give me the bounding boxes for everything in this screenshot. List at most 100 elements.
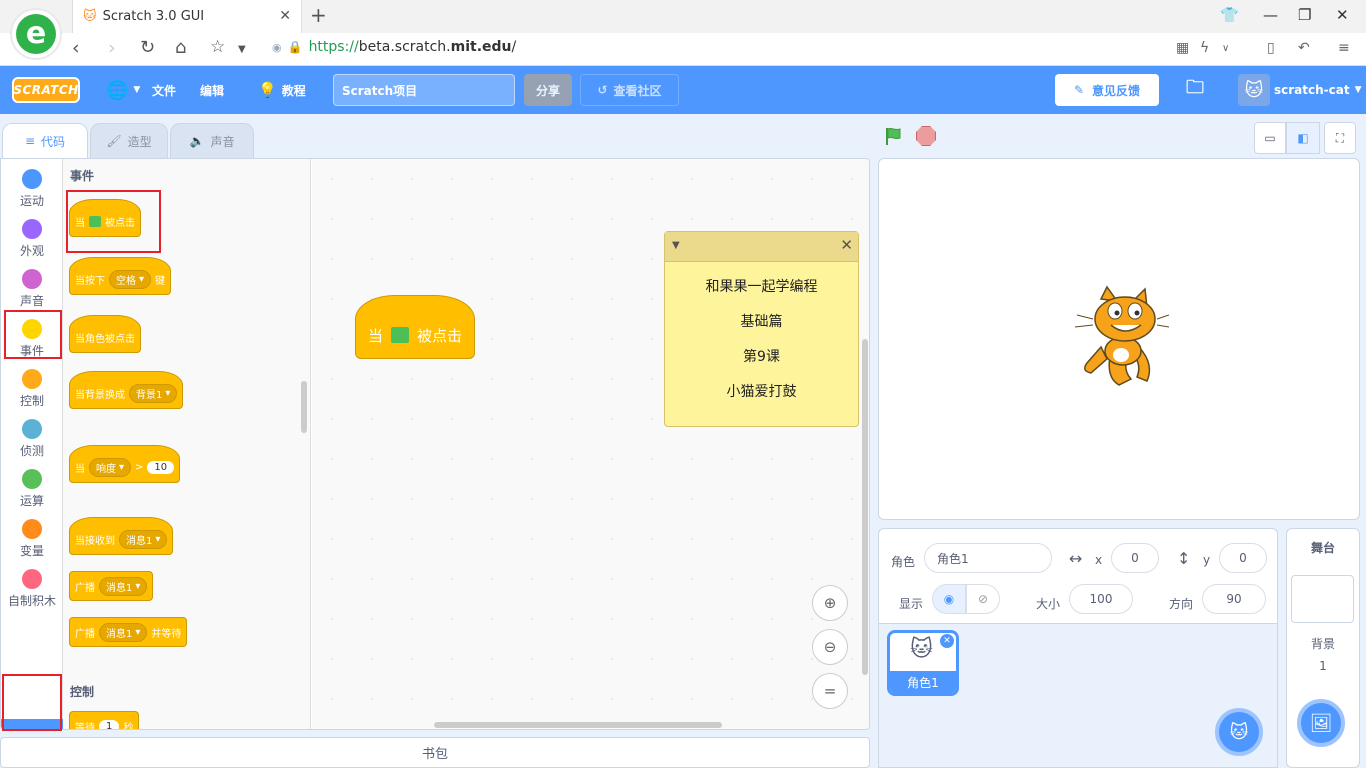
choose-sprite-button[interactable]: 🐱: [1215, 708, 1263, 756]
favorite-star-icon[interactable]: ☆: [210, 37, 225, 57]
project-title-input[interactable]: Scratch项目: [333, 74, 515, 106]
qr-code-icon[interactable]: ▦: [1176, 40, 1189, 56]
show-hidden-button[interactable]: ⊘: [966, 584, 1000, 614]
account-menu[interactable]: scratch-cat ▼: [1274, 66, 1362, 114]
broadcast-block[interactable]: 广播 消息1 ▾: [69, 571, 154, 601]
category-9[interactable]: 自制积木: [1, 565, 63, 615]
category-3[interactable]: 声音: [1, 265, 63, 315]
collapse-triangle-icon[interactable]: ▼: [672, 240, 680, 251]
avatar[interactable]: 🐱: [1238, 74, 1270, 106]
browser-tab-title: Scratch 3.0 GUI: [102, 9, 205, 24]
stop-button[interactable]: [916, 126, 936, 146]
broadcast-wait-message-dropdown[interactable]: 消息1 ▾: [99, 622, 148, 642]
key-dropdown[interactable]: 空格 ▾: [109, 269, 152, 289]
category-5[interactable]: 控制: [1, 365, 63, 415]
show-visible-button[interactable]: ◉: [932, 584, 966, 614]
zoom-reset-button[interactable]: =: [812, 673, 848, 709]
broadcast-and-wait-block[interactable]: 广播 消息1 ▾ 并等待: [69, 617, 188, 647]
tab-costumes[interactable]: 🖌 造型: [90, 123, 168, 158]
green-flag-button[interactable]: [884, 126, 904, 146]
reload-icon[interactable]: ↻: [140, 37, 155, 58]
sprite-thumbnail[interactable]: ✕ 🐱 角色1: [887, 630, 959, 696]
scratch-logo[interactable]: SCRATCH: [12, 77, 80, 103]
vertical-arrows-icon: ↕: [1177, 549, 1191, 568]
control-section-title: 控制: [70, 685, 95, 699]
backdrop-dropdown[interactable]: 背景1 ▾: [129, 383, 178, 403]
wait-seconds-input[interactable]: 1: [99, 719, 120, 729]
script-area[interactable]: 当被点击 ▼ ✕ 和果果一起学编程 基础篇 第9课 小猫爱打鼓 ⊕ ⊖ =: [312, 159, 869, 729]
sensor-dropdown[interactable]: 响度 ▾: [89, 457, 132, 477]
message-dropdown[interactable]: 消息1 ▾: [119, 529, 168, 549]
category-6[interactable]: 侦测: [1, 415, 63, 465]
close-tab-icon[interactable]: ✕: [279, 8, 291, 24]
broadcast-message-dropdown[interactable]: 消息1 ▾: [99, 576, 148, 596]
lightbulb-icon: 💡: [258, 81, 277, 99]
x-input[interactable]: 0: [1111, 543, 1159, 573]
threshold-input[interactable]: 10: [147, 460, 175, 474]
stage-thumbnail[interactable]: [1291, 575, 1354, 623]
scratch-cat-sprite[interactable]: [1071, 285, 1169, 391]
close-window-button[interactable]: ✕: [1336, 6, 1349, 24]
large-stage-button[interactable]: ◧: [1286, 122, 1320, 154]
delete-sprite-icon[interactable]: ✕: [940, 634, 954, 648]
stage-canvas[interactable]: [878, 158, 1360, 520]
category-1[interactable]: 运动: [1, 165, 63, 215]
fullscreen-button[interactable]: ⛶: [1324, 122, 1356, 154]
share-button[interactable]: 分享: [524, 74, 572, 106]
tablet-icon[interactable]: ▯: [1267, 40, 1275, 56]
size-input[interactable]: 100: [1069, 584, 1133, 614]
chevron-down-icon[interactable]: ∨: [1222, 43, 1229, 54]
small-stage-button[interactable]: ▭: [1254, 122, 1286, 154]
site-info-icon[interactable]: ◉: [272, 41, 282, 54]
see-community-button[interactable]: ↺ 查看社区: [580, 74, 679, 106]
new-tab-button[interactable]: +: [310, 3, 327, 27]
menu-icon[interactable]: ≡: [1338, 40, 1350, 56]
language-menu[interactable]: 🌐 ▼: [106, 66, 140, 114]
feedback-button[interactable]: ✎ 意见反馈: [1055, 74, 1159, 106]
lightning-icon[interactable]: ϟ: [1200, 40, 1209, 56]
home-icon[interactable]: ⌂: [175, 37, 186, 58]
tab-sounds[interactable]: 🔈 声音: [170, 123, 254, 158]
when-greater-than-block[interactable]: 当响度 ▾ >10: [69, 445, 181, 483]
browser-logo[interactable]: e: [10, 8, 62, 60]
refresh-icon: ↺: [597, 83, 608, 97]
script-hscrollbar[interactable]: [434, 722, 722, 728]
category-8[interactable]: 变量: [1, 515, 63, 565]
zoom-out-icon: ⊖: [823, 638, 837, 656]
my-stuff-folder-icon[interactable]: 🗀: [1186, 66, 1204, 114]
tab-code[interactable]: ≡ 代码: [2, 123, 88, 158]
script-vscrollbar[interactable]: [862, 339, 868, 675]
backpack-bar[interactable]: 书包: [0, 737, 870, 768]
comment-note[interactable]: ▼ ✕ 和果果一起学编程 基础篇 第9课 小猫爱打鼓: [664, 231, 859, 427]
minimize-button[interactable]: —: [1263, 6, 1278, 24]
restore-button[interactable]: ❐: [1298, 6, 1311, 24]
sprite-name-input[interactable]: 角色1: [924, 543, 1052, 573]
when-i-receive-block[interactable]: 当接收到 消息1 ▾: [69, 517, 174, 555]
back-button[interactable]: ‹: [72, 37, 80, 59]
choose-backdrop-button[interactable]: 🖼: [1297, 699, 1345, 747]
close-icon[interactable]: ✕: [840, 236, 853, 254]
when-key-pressed-block[interactable]: 当按下 空格 ▾ 键: [69, 257, 172, 295]
tutorials-menu[interactable]: 💡 教程: [258, 66, 306, 114]
script-when-flag-clicked-block[interactable]: 当被点击: [355, 295, 476, 359]
file-menu[interactable]: 文件: [152, 66, 176, 114]
forward-button[interactable]: ›: [108, 37, 116, 59]
when-backdrop-switches-block[interactable]: 当背景换成 背景1 ▾: [69, 371, 184, 409]
undo-icon[interactable]: ↶: [1298, 40, 1310, 56]
url-field[interactable]: ◉ 🔒 https://beta.scratch.mit.edu/: [272, 39, 516, 55]
when-sprite-clicked-block[interactable]: 当角色被点击: [69, 315, 141, 353]
zoom-out-button[interactable]: ⊖: [812, 629, 848, 665]
direction-input[interactable]: 90: [1202, 584, 1266, 614]
zoom-in-button[interactable]: ⊕: [812, 585, 848, 621]
wait-block[interactable]: 等待 1 秒: [69, 711, 140, 729]
edit-menu[interactable]: 编辑: [200, 66, 224, 114]
browser-tab[interactable]: 🐱 Scratch 3.0 GUI ✕: [72, 0, 302, 33]
category-2[interactable]: 外观: [1, 215, 63, 265]
favorites-dropdown-icon[interactable]: ▼: [238, 44, 246, 55]
y-input[interactable]: 0: [1219, 543, 1267, 573]
palette-scrollbar[interactable]: [301, 381, 307, 433]
comment-header[interactable]: ▼ ✕: [665, 232, 858, 262]
stage-selector[interactable]: 舞台 背景 1 🖼: [1286, 528, 1360, 768]
skin-icon[interactable]: 👕: [1220, 6, 1239, 24]
category-7[interactable]: 运算: [1, 465, 63, 515]
